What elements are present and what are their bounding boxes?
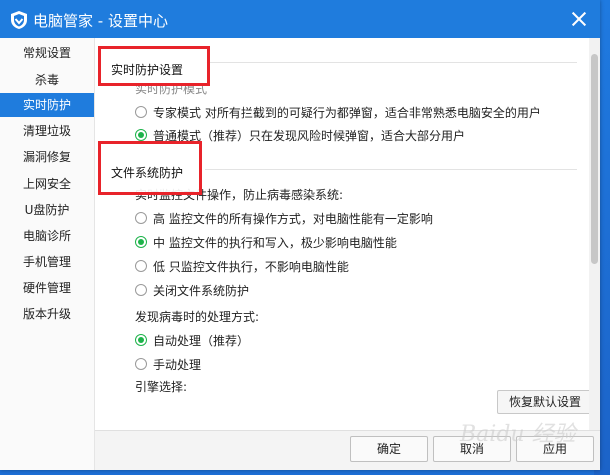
sidebar-item-patch[interactable]: 漏洞修复 <box>0 145 94 169</box>
sidebar-item-usb[interactable]: U盘防护 <box>0 198 94 222</box>
sidebar-item-upgrade[interactable]: 版本升级 <box>0 302 94 326</box>
restore-defaults-button[interactable]: 恢复默认设置 <box>497 390 593 414</box>
realtime-header: 实时防护设置 <box>111 63 184 77</box>
scrollbar-thumb[interactable] <box>591 54 598 264</box>
cancel-button[interactable]: 取消 <box>433 436 511 462</box>
option-level-high[interactable]: 高 监控文件的所有操作方式，对电脑性能有一定影响 <box>153 210 433 227</box>
radio-level-medium[interactable] <box>135 236 147 248</box>
highlight-filesystem-header: 文件系统防护 <box>98 141 202 195</box>
radio-auto-handle[interactable] <box>135 334 147 346</box>
virus-handle-label: 发现病毒时的处理方式: <box>135 310 260 324</box>
vertical-scrollbar[interactable] <box>589 38 600 430</box>
radio-normal-mode[interactable] <box>135 129 147 141</box>
section-divider <box>205 169 577 170</box>
option-level-low[interactable]: 低 只监控文件执行，不影响电脑性能 <box>153 258 349 275</box>
radio-manual-handle[interactable] <box>135 358 147 370</box>
dialog-footer: 确定 取消 应用 <box>95 430 600 470</box>
radio-disable-fs[interactable] <box>135 284 147 296</box>
sidebar-item-realtime[interactable]: 实时防护 <box>0 93 94 117</box>
settings-window: 电脑管家 - 设置中心 常规设置 杀毒 实时防护 清理垃圾 漏洞修复 上网安全 … <box>0 0 600 470</box>
sidebar-item-antivirus[interactable]: 杀毒 <box>0 68 94 92</box>
sidebar-item-hardware[interactable]: 硬件管理 <box>0 276 94 300</box>
sidebar-item-mobile[interactable]: 手机管理 <box>0 250 94 274</box>
radio-expert-mode[interactable] <box>135 106 147 118</box>
option-expert-mode[interactable]: 专家模式 对所有拦截到的可疑行为都弹窗，适合非常熟悉电脑安全的用户 <box>153 104 541 121</box>
title-bar: 电脑管家 - 设置中心 <box>0 0 600 38</box>
sidebar: 常规设置 杀毒 实时防护 清理垃圾 漏洞修复 上网安全 U盘防护 电脑诊所 手机… <box>0 38 95 470</box>
filesystem-header: 文件系统防护 <box>111 166 184 180</box>
sidebar-item-clinic[interactable]: 电脑诊所 <box>0 224 94 248</box>
engine-select-label: 引擎选择: <box>135 380 188 394</box>
option-auto-handle[interactable]: 自动处理（推荐） <box>153 332 249 349</box>
window-title: 电脑管家 - 设置中心 <box>33 12 168 30</box>
option-level-medium[interactable]: 中 监控文件的执行和写入，极少影响电脑性能 <box>153 234 397 251</box>
highlight-realtime-header: 实时防护设置 <box>98 46 210 86</box>
ok-button[interactable]: 确定 <box>350 436 428 462</box>
close-icon[interactable] <box>566 6 592 32</box>
radio-level-high[interactable] <box>135 212 147 224</box>
option-disable-fs[interactable]: 关闭文件系统防护 <box>153 282 249 299</box>
sidebar-item-web-security[interactable]: 上网安全 <box>0 172 94 196</box>
apply-button[interactable]: 应用 <box>516 436 594 462</box>
settings-content: 实时防护模式 专家模式 对所有拦截到的可疑行为都弹窗，适合非常熟悉电脑安全的用户… <box>95 38 600 430</box>
shield-logo-icon <box>11 11 27 29</box>
sidebar-item-general[interactable]: 常规设置 <box>0 41 94 65</box>
option-manual-handle[interactable]: 手动处理 <box>153 356 201 373</box>
radio-level-low[interactable] <box>135 260 147 272</box>
section-divider <box>205 62 577 63</box>
sidebar-item-cleanup[interactable]: 清理垃圾 <box>0 119 94 143</box>
